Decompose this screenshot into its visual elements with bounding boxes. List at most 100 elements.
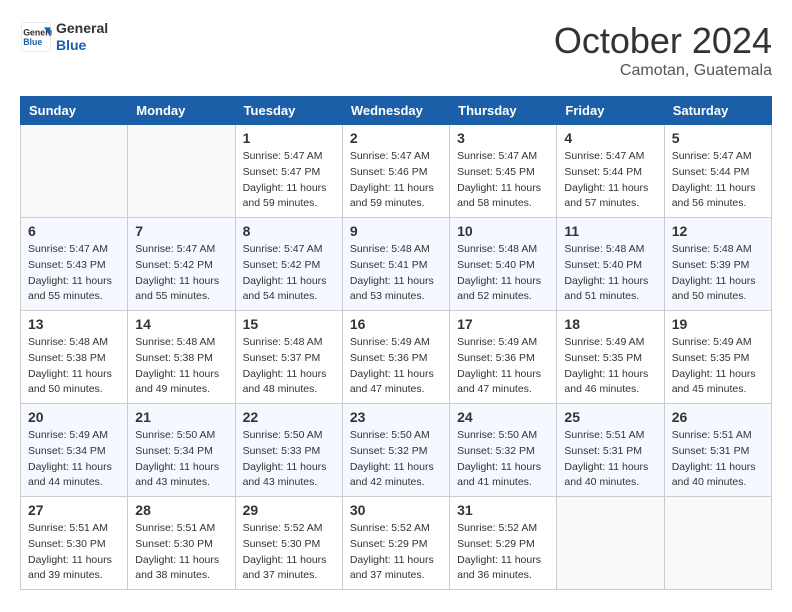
day-number: 10 <box>457 223 549 239</box>
day-info: Sunrise: 5:49 AMSunset: 5:36 PMDaylight:… <box>457 335 549 398</box>
calendar-cell: 29Sunrise: 5:52 AMSunset: 5:30 PMDayligh… <box>235 497 342 590</box>
day-info: Sunrise: 5:48 AMSunset: 5:40 PMDaylight:… <box>457 242 549 305</box>
calendar-cell: 25 Sunrise: 5:51 AMSunset: 5:31 PMDayligh… <box>557 404 664 497</box>
day-info: Sunrise: 5:47 AMSunset: 5:45 PMDaylight:… <box>457 149 549 212</box>
day-info: Sunrise: 5:49 AMSunset: 5:34 PMDaylight:… <box>28 428 120 491</box>
day-number: 19 <box>672 316 764 332</box>
logo-icon: General Blue <box>20 21 52 53</box>
calendar-cell <box>128 125 235 218</box>
calendar-cell: 8 Sunrise: 5:47 AMSunset: 5:42 PMDaylight… <box>235 218 342 311</box>
weekday-header: Wednesday <box>342 97 449 125</box>
day-info: Sunrise: 5:52 AMSunset: 5:29 PMDaylight:… <box>457 521 549 584</box>
calendar-cell: 23 Sunrise: 5:50 AMSunset: 5:32 PMDayligh… <box>342 404 449 497</box>
day-number: 16 <box>350 316 442 332</box>
day-info: Sunrise: 5:50 AMSunset: 5:34 PMDaylight:… <box>135 428 227 491</box>
calendar-cell: 18 Sunrise: 5:49 AMSunset: 5:35 PMDayligh… <box>557 311 664 404</box>
calendar-cell: 27Sunrise: 5:51 AMSunset: 5:30 PMDayligh… <box>21 497 128 590</box>
day-info: Sunrise: 5:47 AMSunset: 5:43 PMDaylight:… <box>28 242 120 305</box>
day-info: Sunrise: 5:48 AMSunset: 5:41 PMDaylight:… <box>350 242 442 305</box>
day-number: 8 <box>243 223 335 239</box>
day-info: Sunrise: 5:49 AMSunset: 5:35 PMDaylight:… <box>564 335 656 398</box>
day-info: Sunrise: 5:52 AMSunset: 5:29 PMDaylight:… <box>350 521 442 584</box>
day-info: Sunrise: 5:52 AMSunset: 5:30 PMDaylight:… <box>243 521 335 584</box>
day-info: Sunrise: 5:50 AMSunset: 5:33 PMDaylight:… <box>243 428 335 491</box>
day-info: Sunrise: 5:51 AMSunset: 5:30 PMDaylight:… <box>135 521 227 584</box>
calendar-cell <box>664 497 771 590</box>
day-number: 13 <box>28 316 120 332</box>
calendar-week-row: 13 Sunrise: 5:48 AMSunset: 5:38 PMDayligh… <box>21 311 772 404</box>
day-number: 7 <box>135 223 227 239</box>
calendar-week-row: 20 Sunrise: 5:49 AMSunset: 5:34 PMDayligh… <box>21 404 772 497</box>
calendar-cell: 9 Sunrise: 5:48 AMSunset: 5:41 PMDaylight… <box>342 218 449 311</box>
day-number: 6 <box>28 223 120 239</box>
calendar-cell: 12Sunrise: 5:48 AMSunset: 5:39 PMDayligh… <box>664 218 771 311</box>
calendar-table: SundayMondayTuesdayWednesdayThursdayFrid… <box>20 96 772 590</box>
day-number: 31 <box>457 502 549 518</box>
day-number: 18 <box>564 316 656 332</box>
day-info: Sunrise: 5:51 AMSunset: 5:31 PMDaylight:… <box>672 428 764 491</box>
day-number: 5 <box>672 130 764 146</box>
calendar-cell: 5 Sunrise: 5:47 AMSunset: 5:44 PMDaylight… <box>664 125 771 218</box>
weekday-header-row: SundayMondayTuesdayWednesdayThursdayFrid… <box>21 97 772 125</box>
day-info: Sunrise: 5:47 AMSunset: 5:47 PMDaylight:… <box>243 149 335 212</box>
title-block: October 2024 Camotan, Guatemala <box>554 20 772 80</box>
day-info: Sunrise: 5:48 AMSunset: 5:40 PMDaylight:… <box>564 242 656 305</box>
day-number: 3 <box>457 130 549 146</box>
calendar-week-row: 27Sunrise: 5:51 AMSunset: 5:30 PMDayligh… <box>21 497 772 590</box>
day-number: 4 <box>564 130 656 146</box>
calendar-cell: 4 Sunrise: 5:47 AMSunset: 5:44 PMDaylight… <box>557 125 664 218</box>
month-title: October 2024 <box>554 20 772 62</box>
day-number: 22 <box>243 409 335 425</box>
svg-text:Blue: Blue <box>23 37 42 47</box>
day-info: Sunrise: 5:47 AMSunset: 5:42 PMDaylight:… <box>243 242 335 305</box>
calendar-cell: 13Sunrise: 5:48 AMSunset: 5:38 PMDayligh… <box>21 311 128 404</box>
weekday-header: Sunday <box>21 97 128 125</box>
day-number: 25 <box>564 409 656 425</box>
day-number: 15 <box>243 316 335 332</box>
day-info: Sunrise: 5:51 AMSunset: 5:31 PMDaylight:… <box>564 428 656 491</box>
day-number: 14 <box>135 316 227 332</box>
calendar-cell: 26 Sunrise: 5:51 AMSunset: 5:31 PMDayligh… <box>664 404 771 497</box>
calendar-cell: 6 Sunrise: 5:47 AMSunset: 5:43 PMDaylight… <box>21 218 128 311</box>
calendar-cell: 20 Sunrise: 5:49 AMSunset: 5:34 PMDayligh… <box>21 404 128 497</box>
day-number: 28 <box>135 502 227 518</box>
day-info: Sunrise: 5:47 AMSunset: 5:44 PMDaylight:… <box>564 149 656 212</box>
calendar-cell: 22 Sunrise: 5:50 AMSunset: 5:33 PMDayligh… <box>235 404 342 497</box>
calendar-cell <box>21 125 128 218</box>
day-number: 26 <box>672 409 764 425</box>
calendar-cell: 24Sunrise: 5:50 AMSunset: 5:32 PMDayligh… <box>450 404 557 497</box>
day-number: 17 <box>457 316 549 332</box>
calendar-cell: 7Sunrise: 5:47 AMSunset: 5:42 PMDaylight… <box>128 218 235 311</box>
logo-text-general: General <box>56 20 108 37</box>
calendar-cell: 11 Sunrise: 5:48 AMSunset: 5:40 PMDayligh… <box>557 218 664 311</box>
day-number: 12 <box>672 223 764 239</box>
calendar-cell: 2Sunrise: 5:47 AMSunset: 5:46 PMDaylight… <box>342 125 449 218</box>
calendar-cell: 15 Sunrise: 5:48 AMSunset: 5:37 PMDayligh… <box>235 311 342 404</box>
calendar-cell: 3 Sunrise: 5:47 AMSunset: 5:45 PMDaylight… <box>450 125 557 218</box>
calendar-cell: 1Sunrise: 5:47 AMSunset: 5:47 PMDaylight… <box>235 125 342 218</box>
day-number: 30 <box>350 502 442 518</box>
day-info: Sunrise: 5:51 AMSunset: 5:30 PMDaylight:… <box>28 521 120 584</box>
calendar-cell: 28 Sunrise: 5:51 AMSunset: 5:30 PMDayligh… <box>128 497 235 590</box>
calendar-week-row: 6 Sunrise: 5:47 AMSunset: 5:43 PMDaylight… <box>21 218 772 311</box>
day-info: Sunrise: 5:47 AMSunset: 5:44 PMDaylight:… <box>672 149 764 212</box>
day-info: Sunrise: 5:48 AMSunset: 5:37 PMDaylight:… <box>243 335 335 398</box>
day-number: 11 <box>564 223 656 239</box>
day-number: 20 <box>28 409 120 425</box>
weekday-header: Tuesday <box>235 97 342 125</box>
day-info: Sunrise: 5:47 AMSunset: 5:46 PMDaylight:… <box>350 149 442 212</box>
location-text: Camotan, Guatemala <box>554 62 772 80</box>
calendar-cell: 16Sunrise: 5:49 AMSunset: 5:36 PMDayligh… <box>342 311 449 404</box>
day-number: 24 <box>457 409 549 425</box>
calendar-cell: 14 Sunrise: 5:48 AMSunset: 5:38 PMDayligh… <box>128 311 235 404</box>
weekday-header: Monday <box>128 97 235 125</box>
day-info: Sunrise: 5:50 AMSunset: 5:32 PMDaylight:… <box>350 428 442 491</box>
day-number: 23 <box>350 409 442 425</box>
page-header: General Blue General Blue October 2024 C… <box>20 20 772 80</box>
calendar-cell: 31 Sunrise: 5:52 AMSunset: 5:29 PMDayligh… <box>450 497 557 590</box>
calendar-cell: 19Sunrise: 5:49 AMSunset: 5:35 PMDayligh… <box>664 311 771 404</box>
day-number: 9 <box>350 223 442 239</box>
calendar-week-row: 1Sunrise: 5:47 AMSunset: 5:47 PMDaylight… <box>21 125 772 218</box>
day-number: 21 <box>135 409 227 425</box>
day-info: Sunrise: 5:48 AMSunset: 5:38 PMDaylight:… <box>135 335 227 398</box>
